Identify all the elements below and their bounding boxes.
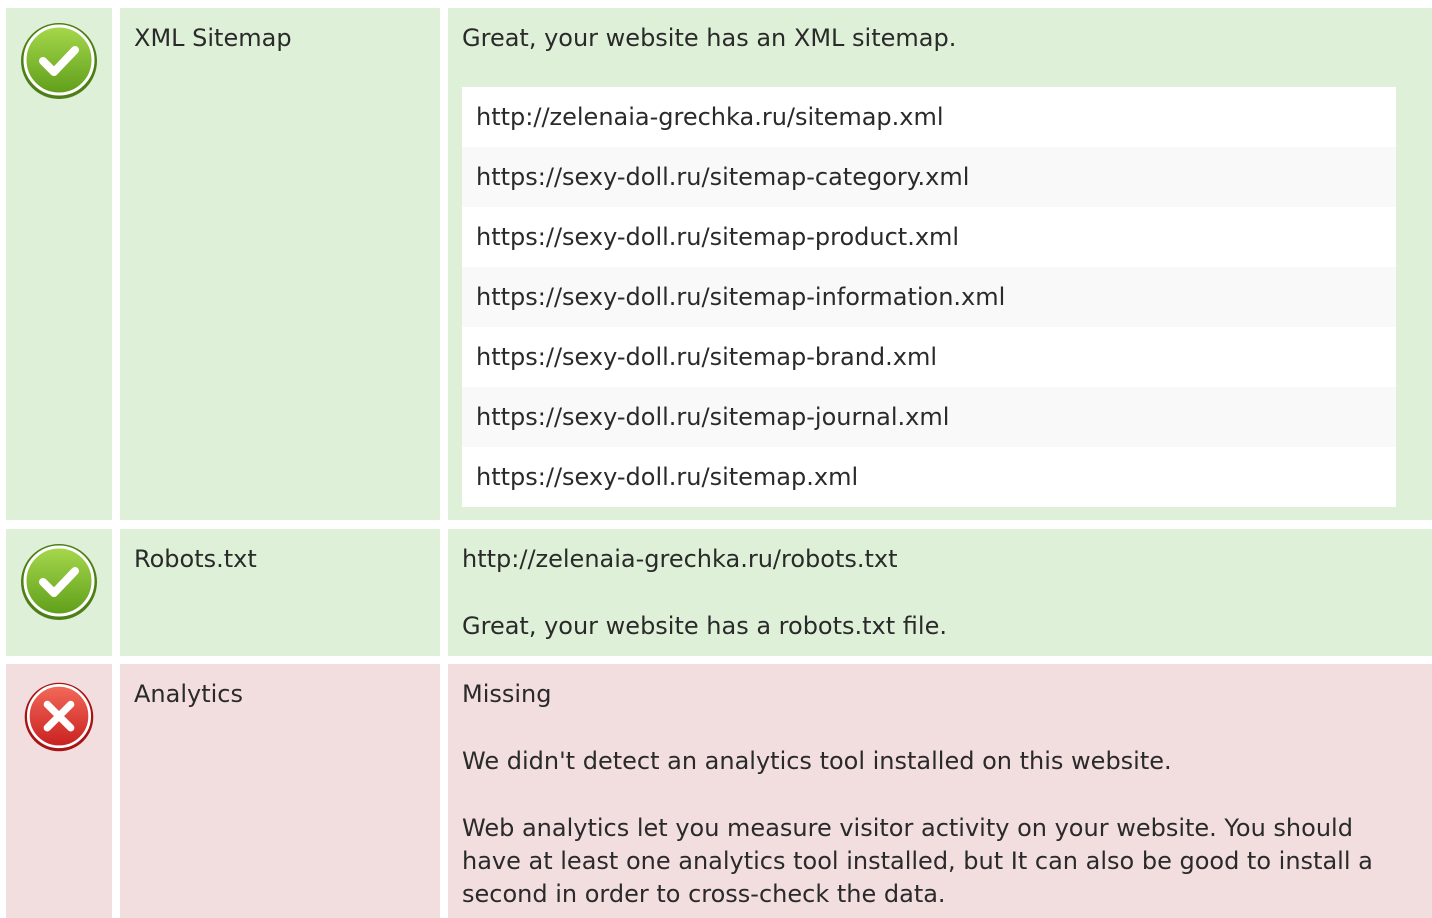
check-name-cell: Robots.txt xyxy=(120,529,440,656)
sitemap-url-list: http://zelenaia-grechka.ru/sitemap.xml h… xyxy=(462,87,1396,507)
check-row-xml-sitemap: XML Sitemap Great, your website has an X… xyxy=(0,8,1432,520)
check-name: Analytics xyxy=(134,680,243,708)
check-name: Robots.txt xyxy=(134,545,257,573)
sitemap-url[interactable]: https://sexy-doll.ru/sitemap-product.xml xyxy=(462,207,1396,267)
analytics-state: Missing xyxy=(462,680,552,708)
check-circle-icon xyxy=(21,544,97,620)
sitemap-url[interactable]: https://sexy-doll.ru/sitemap-brand.xml xyxy=(462,327,1396,387)
check-row-robots: Robots.txt http://zelenaia-grechka.ru/ro… xyxy=(0,529,1432,656)
robots-url[interactable]: http://zelenaia-grechka.ru/robots.txt xyxy=(462,543,1418,576)
check-detail-cell: Missing We didn't detect an analytics to… xyxy=(448,664,1432,918)
check-name: XML Sitemap xyxy=(134,24,292,52)
robots-message: Great, your website has a robots.txt fil… xyxy=(462,612,947,640)
status-cell xyxy=(6,664,112,918)
analytics-description: Web analytics let you measure visitor ac… xyxy=(462,814,1373,908)
analytics-message: We didn't detect an analytics tool insta… xyxy=(462,747,1172,775)
status-cell xyxy=(6,8,112,520)
sitemap-url[interactable]: http://zelenaia-grechka.ru/sitemap.xml xyxy=(462,87,1396,147)
sitemap-url[interactable]: https://sexy-doll.ru/sitemap-information… xyxy=(462,267,1396,327)
status-cell xyxy=(6,529,112,656)
check-row-analytics: Analytics Missing We didn't detect an an… xyxy=(0,664,1432,918)
check-detail-cell: http://zelenaia-grechka.ru/robots.txt Gr… xyxy=(448,529,1432,656)
check-name-cell: XML Sitemap xyxy=(120,8,440,520)
sitemap-url[interactable]: https://sexy-doll.ru/sitemap.xml xyxy=(462,447,1396,507)
check-name-cell: Analytics xyxy=(120,664,440,918)
sitemap-url[interactable]: https://sexy-doll.ru/sitemap-journal.xml xyxy=(462,387,1396,447)
check-detail-cell: Great, your website has an XML sitemap. … xyxy=(448,8,1432,520)
x-circle-icon xyxy=(24,682,94,752)
check-circle-icon xyxy=(21,23,97,99)
sitemap-url[interactable]: https://sexy-doll.ru/sitemap-category.xm… xyxy=(462,147,1396,207)
sitemap-message: Great, your website has an XML sitemap. xyxy=(462,24,957,52)
